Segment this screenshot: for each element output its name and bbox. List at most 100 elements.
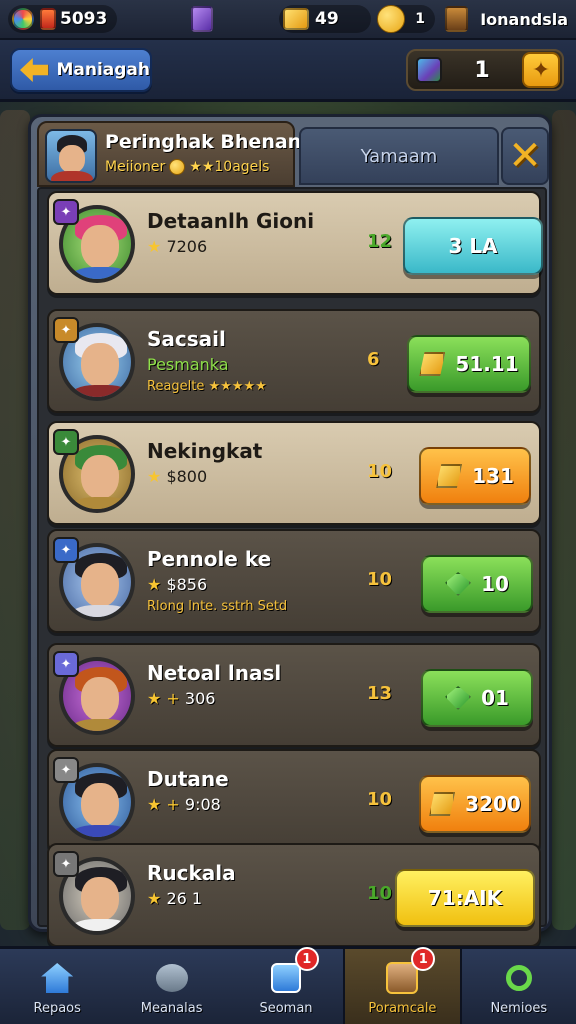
screen-header: Maniagah 1 ✦ [0, 40, 576, 102]
tab-hero-profile[interactable]: Peringhak Bhenan Meiioner ★★10agels [37, 121, 301, 187]
hero-row[interactable]: ✦ Nekingkat ★ $800 10 131 [47, 421, 541, 525]
buy-hero-button[interactable]: 3 LA [403, 217, 543, 275]
gold-value: 49 [315, 9, 339, 29]
notification-badge: 1 [411, 947, 436, 971]
chat-icon [153, 959, 191, 997]
star-gem-icon [12, 8, 34, 30]
star-icon: ★ + [147, 795, 185, 814]
back-button-label: Maniagah [56, 60, 150, 80]
add-cube-button[interactable]: ✦ [522, 52, 560, 88]
bottom-navigation: Repaos Meanalas Seoman 1 Poramcale 1 Nemioes [0, 946, 576, 1024]
gems-value: 5093 [60, 9, 108, 29]
hero-stat: ★ 7206 [147, 237, 207, 256]
player-name: Ionandsla [480, 9, 568, 29]
star-icon: ★ [147, 467, 167, 486]
hero-name: Sacsail [147, 327, 226, 351]
gold-bar-icon [436, 464, 463, 488]
star-icon: ★ + [147, 689, 185, 708]
gold-bar-icon [429, 792, 456, 816]
buy-price: 51.11 [455, 352, 519, 376]
hero-stat: ★ + 9:08 [147, 795, 221, 814]
hero-stat: ★ $800 [147, 467, 207, 486]
nav-chat[interactable]: Meanalas [114, 949, 228, 1024]
back-arrow-icon [20, 58, 49, 82]
buy-hero-button[interactable]: 01 [421, 669, 533, 727]
red-gem-icon [40, 8, 56, 30]
buy-hero-button[interactable]: 131 [419, 447, 531, 505]
tab-subtitle: Meiioner ★★10agels [105, 159, 269, 175]
nav-quest[interactable]: Seoman 1 [229, 947, 343, 1024]
buy-price: 131 [472, 464, 514, 488]
hero-level: 6 [367, 349, 380, 370]
hero-stat-value: Pesmanka [147, 355, 229, 374]
hero-stat-value: 306 [184, 689, 216, 708]
class-badge-icon: ✦ [53, 851, 79, 877]
treasure-chest-icon[interactable] [445, 6, 469, 32]
buy-hero-button[interactable]: 71:AIK [395, 869, 535, 927]
close-icon: ✕ [508, 133, 542, 179]
hero-row[interactable]: ✦ Ruckala ★ 26 1 10 71:AIK [47, 843, 541, 947]
buy-hero-button[interactable]: 3200 [419, 775, 531, 833]
class-badge-icon: ✦ [53, 429, 79, 455]
close-button[interactable]: ✕ [501, 127, 549, 185]
cube-icon [416, 57, 442, 83]
hero-stat-value: 7206 [166, 237, 208, 256]
tab-subtitle-right: ★★10agels [189, 159, 270, 175]
hero-stat: ★ + 306 [147, 689, 215, 708]
nav-home[interactable]: Repaos [0, 949, 114, 1024]
hero-row[interactable]: ✦ Sacsail Pesmanka Reagelte ★★★★★ 6 51.11 [47, 309, 541, 413]
hero-row[interactable]: ✦ Dutane ★ + 9:08 10 3200 [47, 749, 541, 853]
tab-subtitle-left: Meiioner [105, 159, 166, 175]
hero-list: ✦ Detaanlh Gioni ★ 7206 12 3 LA ✦ Sacsail Pesma… [37, 187, 547, 947]
nav-search[interactable]: Nemioes [462, 949, 576, 1024]
hero-stat-value: $856 [166, 575, 208, 594]
cube-counter-value: 1 [474, 57, 490, 83]
hero-stat: ★ $856 [147, 575, 207, 594]
hero-name: Ruckala [147, 861, 236, 885]
hero-level: 10 [367, 569, 393, 590]
hero-portrait [45, 129, 97, 183]
background-scenery [0, 110, 30, 930]
notification-badge: 1 [294, 947, 319, 971]
tab-title: Peringhak Bhenan [105, 131, 302, 153]
hero-rarity: Rlong lnte. sstrh Setd [147, 599, 288, 614]
buy-hero-button[interactable]: 10 [421, 555, 533, 613]
gold-bar-icon [283, 8, 310, 30]
nav-label: Nemioes [490, 1001, 548, 1016]
hero-stat-value: 9:08 [184, 795, 221, 814]
coin-icon [377, 5, 406, 33]
star-icon: ★ [147, 889, 167, 908]
hero-name: Pennole ke [147, 547, 272, 571]
hero-row[interactable]: ✦ Netoal lnasl ★ + 306 13 01 [47, 643, 541, 747]
green-gem-icon [445, 686, 472, 710]
nav-label: Meanalas [140, 1001, 203, 1016]
hero-level: 10 [367, 461, 393, 482]
gold-bar-icon [419, 352, 446, 376]
coins-counter[interactable]: 1 [377, 5, 436, 33]
hero-row[interactable]: ✦ Detaanlh Gioni ★ 7206 12 3 LA [47, 191, 543, 295]
background-scenery-right [552, 110, 576, 930]
class-badge-icon: ✦ [53, 317, 79, 343]
buy-hero-button[interactable]: 51.11 [407, 335, 531, 393]
search-icon [500, 959, 538, 997]
tab-secondary[interactable]: Yamaam [299, 127, 499, 185]
hero-stat: ★ 26 1 [147, 889, 202, 908]
coin-icon [169, 159, 186, 175]
hero-stat-value: 26 1 [166, 889, 203, 908]
back-button[interactable]: Maniagah [10, 48, 152, 92]
gold-counter[interactable]: 49 [279, 5, 372, 33]
hero-row[interactable]: ✦ Pennole ke ★ $856 Rlong lnte. sstrh Setd 1… [47, 529, 541, 633]
purple-cube-icon[interactable] [191, 6, 214, 32]
class-badge-icon: ✦ [53, 651, 79, 677]
coins-value: 1 [415, 11, 426, 27]
cube-counter: 1 ✦ [406, 49, 564, 91]
hero-name: Detaanlh Gioni [147, 209, 315, 233]
buy-price: 3 LA [448, 234, 498, 258]
gems-counter[interactable]: 5093 [8, 5, 118, 33]
star-icon: ★ [147, 237, 167, 256]
nav-heroes[interactable]: Poramcale 1 [343, 947, 462, 1024]
home-icon [38, 959, 76, 997]
hero-name: Dutane [147, 767, 229, 791]
buy-price: 71:AIK [427, 886, 503, 910]
hero-stat: Pesmanka [147, 355, 229, 374]
